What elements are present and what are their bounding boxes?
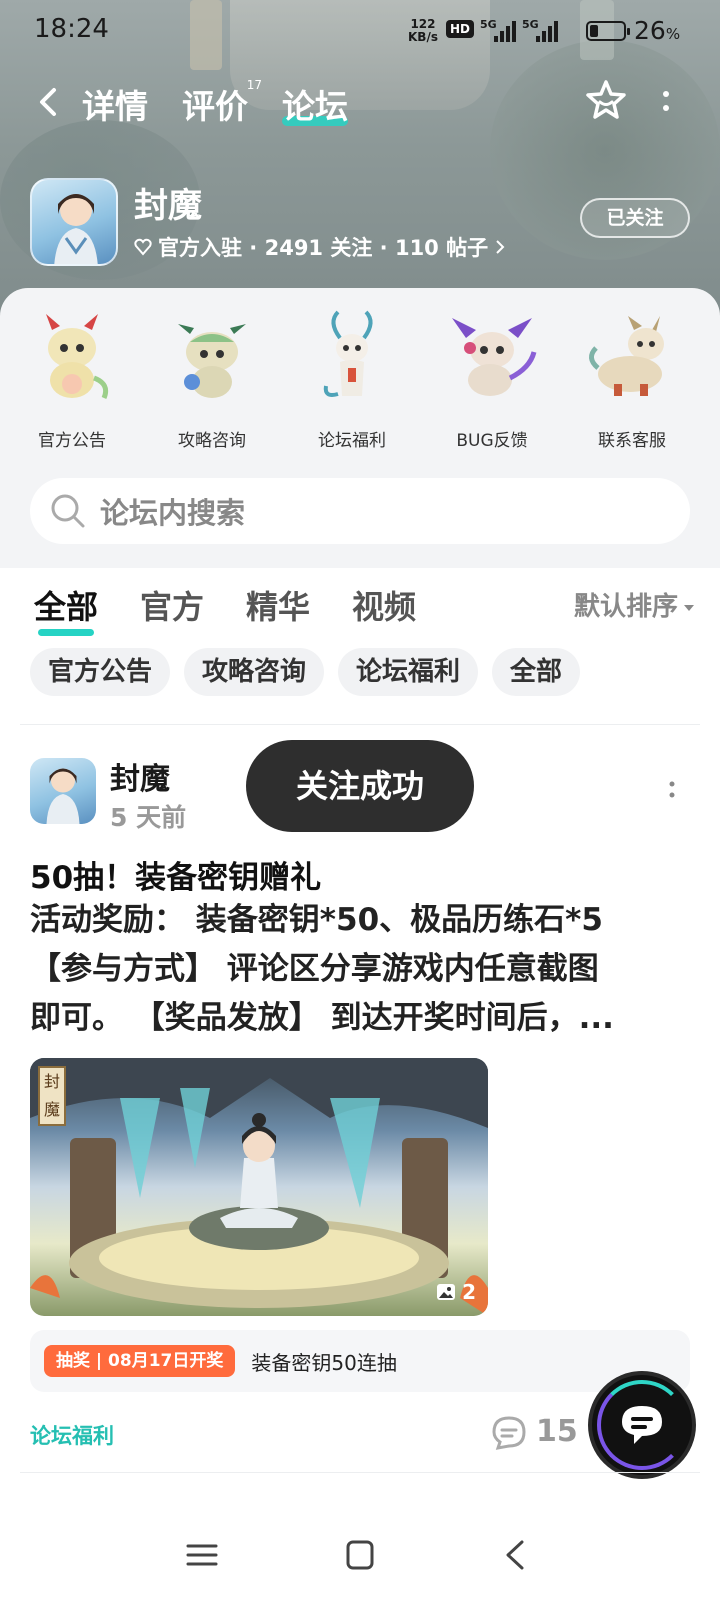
post-footer: 论坛福利 15 <box>30 1410 690 1460</box>
green-dragon-mascot-icon <box>178 324 246 398</box>
category-label: 论坛福利 <box>318 431 386 451</box>
category-forum-benefits[interactable]: 论坛福利 <box>292 308 412 451</box>
chip-all[interactable]: 全部 <box>492 648 581 696</box>
chevron-right-icon <box>496 240 505 254</box>
chip-forum-benefits[interactable]: 论坛福利 <box>338 648 479 696</box>
home-icon[interactable] <box>340 1538 380 1572</box>
beige-dragon-mascot-icon <box>589 316 664 396</box>
avatar[interactable] <box>30 758 96 824</box>
reviews-count-badge: 17 <box>246 78 262 92</box>
more-icon[interactable] <box>666 780 678 810</box>
game-seal-logo: 封魔 <box>38 1066 66 1126</box>
tab-reviews[interactable]: 评价 17 <box>182 78 262 128</box>
network-speed-unit: KB/s <box>408 30 438 44</box>
category-label: 联系客服 <box>598 431 666 451</box>
lottery-card[interactable]: 抽奖 | 08月17日开奖 装备密钥50连抽 <box>30 1330 690 1392</box>
toast-follow-success: 关注成功 <box>246 740 474 832</box>
signal-icon <box>536 20 558 42</box>
status-bar: 18:24 122 KB/s HD 5G 5G 26% <box>0 0 720 60</box>
comment-icon[interactable] <box>490 1414 528 1452</box>
app-header: 封魔 官方入驻 · 2491 关注 · 110 帖子 已关注 <box>0 176 720 276</box>
category-official-announcement[interactable]: 官方公告 <box>12 308 132 451</box>
app-logo[interactable] <box>30 178 118 266</box>
tab-details[interactable]: 详情 <box>82 80 148 128</box>
star-icon[interactable] <box>584 78 628 122</box>
heart-icon <box>134 238 152 256</box>
app-name: 封魔 <box>134 186 202 226</box>
category-bug-feedback[interactable]: BUG反馈 <box>432 308 552 451</box>
post-body-line: 即可。 【奖品发放】 到达开奖时间后，... <box>30 1000 614 1036</box>
more-icon[interactable] <box>656 88 676 118</box>
topic-chips: 官方公告 攻略咨询 论坛福利 全部 <box>30 648 581 696</box>
lottery-tag: 抽奖 | 08月17日开奖 <box>44 1345 236 1377</box>
post-topic-link[interactable]: 论坛福利 <box>30 1420 114 1450</box>
top-nav: 详情 评价 17 论坛 <box>0 74 720 134</box>
lottery-text: 装备密钥50连抽 <box>251 1350 397 1375</box>
image-icon <box>437 1284 456 1300</box>
system-nav-bar <box>0 1510 720 1600</box>
status-time: 18:24 <box>34 14 109 44</box>
white-antlered-mascot-icon <box>323 310 373 397</box>
red-horned-dragon-mascot-icon <box>46 314 109 399</box>
image-count-value: 2 <box>462 1280 476 1304</box>
post-author[interactable]: 封魔 <box>110 754 170 798</box>
category-label: 官方公告 <box>38 431 106 451</box>
divider <box>20 724 700 725</box>
post-body-line: 【参与方式】 评论区分享游戏内任意截图 <box>30 951 599 987</box>
chip-official-announcement[interactable]: 官方公告 <box>30 648 171 696</box>
search-bar[interactable]: 论坛内搜索 <box>30 478 690 544</box>
battery-percent: 26% <box>634 16 681 45</box>
chip-strategy-inquiry[interactable]: 攻略咨询 <box>184 648 325 696</box>
back-icon[interactable] <box>496 1538 536 1572</box>
app-meta[interactable]: 官方入驻 · 2491 关注 · 110 帖子 <box>134 232 506 262</box>
battery-icon <box>586 21 630 41</box>
filter-tab-all[interactable]: 全部 <box>34 582 98 636</box>
chat-bubble-icon <box>622 1406 662 1444</box>
signal-icon <box>494 20 516 42</box>
divider <box>20 1472 700 1473</box>
forum-page: 18:24 122 KB/s HD 5G 5G 26% 详情 评价17 论坛 <box>0 0 720 1600</box>
category-customer-service[interactable]: 联系客服 <box>572 308 692 451</box>
back-icon[interactable] <box>34 82 64 122</box>
menu-icon[interactable] <box>182 1538 222 1572</box>
ai-chat-button[interactable] <box>592 1375 692 1475</box>
network-speed: 122 KB/s <box>408 18 438 44</box>
followed-button[interactable]: 已关注 <box>580 198 690 238</box>
category-label: BUG反馈 <box>456 431 528 451</box>
category-strategy-inquiry[interactable]: 攻略咨询 <box>152 308 272 451</box>
search-icon <box>51 494 85 528</box>
character-portrait-icon <box>46 768 80 824</box>
post-image[interactable]: 封魔 2 <box>30 1058 488 1316</box>
hd-badge: HD <box>446 20 475 38</box>
filter-tab-featured[interactable]: 精华 <box>246 582 310 628</box>
image-count: 2 <box>436 1280 476 1304</box>
filter-tab-video[interactable]: 视频 <box>352 582 416 628</box>
category-label: 攻略咨询 <box>178 431 246 451</box>
sort-dropdown[interactable]: 默认排序 <box>574 586 694 623</box>
filter-tabs: 全部 官方 精华 视频 默认排序 <box>0 568 720 638</box>
character-portrait-icon <box>54 194 98 264</box>
meditating-character-illustration <box>30 1058 488 1316</box>
post-title[interactable]: 50抽！装备密钥赠礼 <box>30 852 321 897</box>
app-meta-text: 官方入驻 · 2491 关注 · 110 帖子 <box>158 236 489 260</box>
category-panel: 官方公告 攻略咨询 论坛福利 BUG反馈 联系客服 论坛内搜索 <box>0 288 720 568</box>
post-body-line: 活动奖励： 装备密钥*50、极品历练石*5 <box>30 902 603 938</box>
purple-winged-mascot-icon <box>452 318 537 396</box>
search-input[interactable]: 论坛内搜索 <box>100 490 245 532</box>
post-body[interactable]: 活动奖励： 装备密钥*50、极品历练石*5 【参与方式】 评论区分享游戏内任意截… <box>30 896 690 1043</box>
filter-tab-official[interactable]: 官方 <box>140 582 204 628</box>
post-time: 5 天前 <box>110 803 187 832</box>
comment-count: 15 <box>536 1414 578 1449</box>
tab-forum[interactable]: 论坛 <box>282 80 348 128</box>
